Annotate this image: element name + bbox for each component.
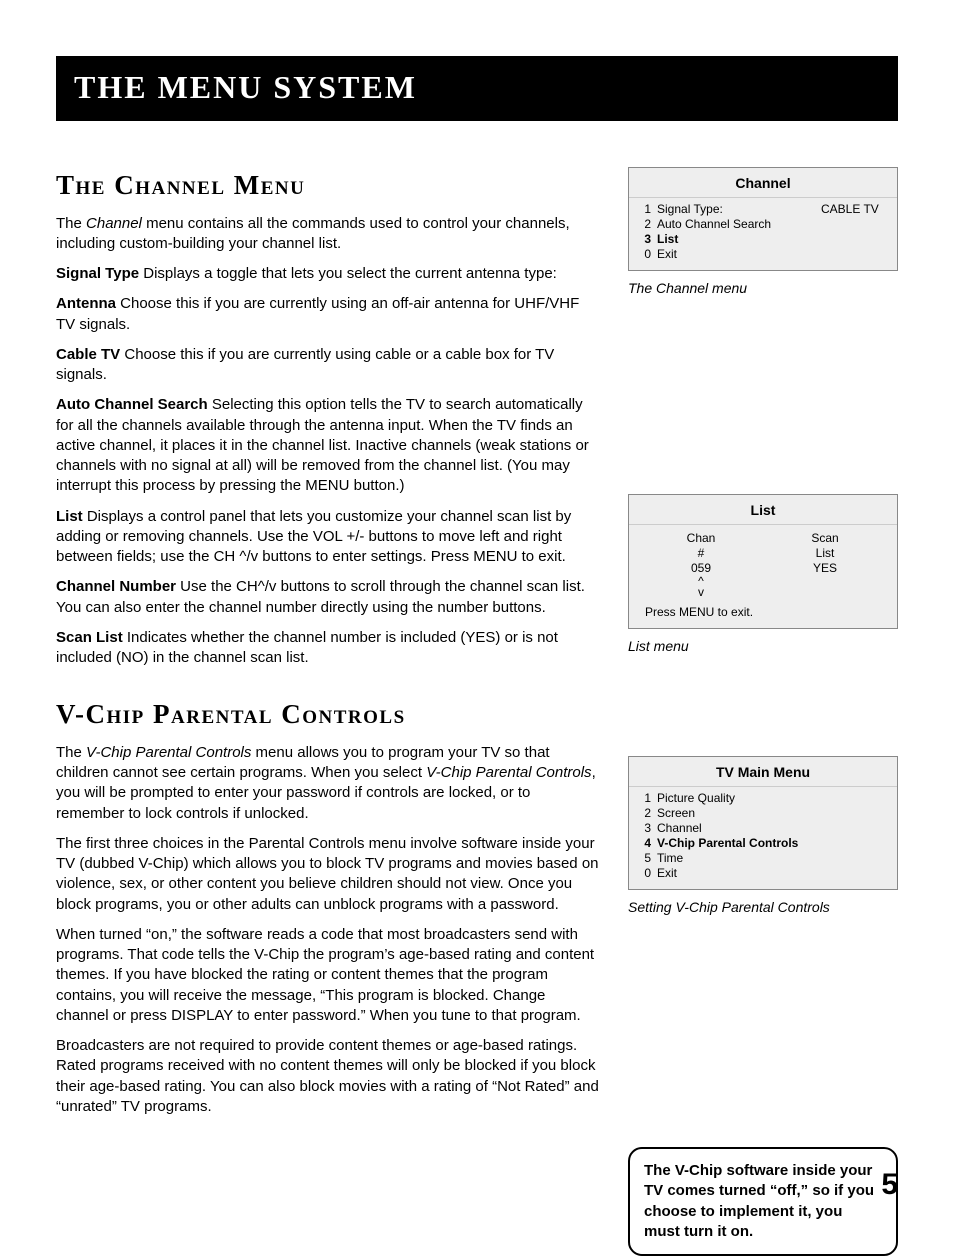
- v: [821, 217, 891, 232]
- l: Picture Quality: [657, 791, 891, 806]
- v: CABLE TV: [821, 202, 891, 217]
- n: 1: [635, 202, 657, 217]
- l: Auto Channel Search: [657, 217, 821, 232]
- osd-caption: List menu: [628, 637, 898, 656]
- section-heading-vchip: V-Chip Parental Controls: [56, 696, 600, 732]
- osd-title: List: [629, 495, 897, 525]
- osd-title: TV Main Menu: [629, 757, 897, 787]
- def-list: List Displays a control panel that lets …: [56, 507, 600, 568]
- osd-row: 1Picture Quality: [635, 791, 891, 806]
- section-heading-channel-menu: The Channel Menu: [56, 167, 600, 203]
- chapter-header: The Menu System: [56, 56, 898, 121]
- osd-row-selected: 4V-Chip Parental Controls: [635, 836, 891, 851]
- t: Indicates whether the channel number is …: [56, 629, 558, 666]
- osd-row: 0Exit: [635, 247, 891, 262]
- vchip-p4: Broadcasters are not required to provide…: [56, 1036, 600, 1117]
- osd-caption: The Channel menu: [628, 279, 898, 298]
- chapter-title: The Menu System: [74, 66, 880, 109]
- t: Chan: [639, 531, 763, 546]
- label: List: [56, 508, 83, 525]
- chevron-down-icon: v: [639, 587, 763, 598]
- sidebar-column: Channel 1Signal Type:CABLE TV 2Auto Chan…: [628, 167, 898, 1256]
- osd-channel-panel: Channel 1Signal Type:CABLE TV 2Auto Chan…: [628, 167, 898, 271]
- def-antenna: Antenna Choose this if you are currently…: [56, 294, 600, 335]
- l: V-Chip Parental Controls: [657, 836, 891, 851]
- page-number: 5: [881, 1165, 898, 1206]
- l: Time: [657, 851, 891, 866]
- t: The: [56, 215, 86, 232]
- osd-row: 0Exit: [635, 866, 891, 881]
- osd-body: 1Picture Quality 2Screen 3Channel 4V-Chi…: [629, 787, 897, 889]
- l: Signal Type:: [657, 202, 821, 217]
- label: Cable TV: [56, 346, 120, 363]
- n: 5: [635, 851, 657, 866]
- t: Channel: [86, 215, 142, 232]
- t: Displays a control panel that lets you c…: [56, 508, 571, 566]
- n: 4: [635, 836, 657, 851]
- n: 1: [635, 791, 657, 806]
- n: 3: [635, 821, 657, 836]
- t: V-Chip Parental Controls: [426, 764, 591, 781]
- t: Displays a toggle that lets you select t…: [139, 265, 557, 282]
- osd-row: 3Channel: [635, 821, 891, 836]
- channel-intro: The Channel menu contains all the comman…: [56, 214, 600, 255]
- l: Exit: [657, 866, 891, 881]
- vchip-p2: The first three choices in the Parental …: [56, 834, 600, 915]
- t: List: [763, 546, 887, 561]
- osd-list-panel: List Chan # 059 ^ v Scan List YES: [628, 494, 898, 629]
- vchip-p1: The V-Chip Parental Controls menu allows…: [56, 743, 600, 824]
- v: [821, 247, 891, 262]
- def-channel-number: Channel Number Use the CH^/v buttons to …: [56, 577, 600, 618]
- t: V-Chip Parental Controls: [86, 744, 251, 761]
- label: Auto Channel Search: [56, 396, 208, 413]
- n: 3: [635, 232, 657, 247]
- n: 0: [635, 866, 657, 881]
- t: #: [639, 546, 763, 561]
- n: 0: [635, 247, 657, 262]
- osd-main-menu-panel: TV Main Menu 1Picture Quality 2Screen 3C…: [628, 756, 898, 890]
- t: Scan: [763, 531, 887, 546]
- l: List: [657, 232, 821, 247]
- t: The: [56, 744, 86, 761]
- info-callout: The V-Chip software inside your TV comes…: [628, 1147, 898, 1256]
- osd-row: 2Auto Channel Search: [635, 217, 891, 232]
- list-col-chan: Chan # 059 ^ v: [639, 531, 763, 598]
- osd-row: 1Signal Type:CABLE TV: [635, 202, 891, 217]
- label: Scan List: [56, 629, 123, 646]
- n: 2: [635, 806, 657, 821]
- osd-row-selected: 3List: [635, 232, 891, 247]
- vchip-p3: When turned “on,” the software reads a c…: [56, 925, 600, 1026]
- t: Choose this if you are currently using a…: [56, 295, 579, 332]
- def-auto-channel-search: Auto Channel Search Selecting this optio…: [56, 395, 600, 496]
- n: 2: [635, 217, 657, 232]
- def-scan-list: Scan List Indicates whether the channel …: [56, 628, 600, 669]
- osd-body: Chan # 059 ^ v Scan List YES Press MENU …: [629, 525, 897, 629]
- body-column: The Channel Menu The Channel menu contai…: [56, 167, 600, 1256]
- label: Antenna: [56, 295, 116, 312]
- t: Choose this if you are currently using c…: [56, 346, 554, 383]
- osd-row: 5Time: [635, 851, 891, 866]
- osd-title: Channel: [629, 168, 897, 198]
- osd-row: 2Screen: [635, 806, 891, 821]
- l: Screen: [657, 806, 891, 821]
- list-col-scan: Scan List YES: [763, 531, 887, 598]
- t: YES: [763, 561, 887, 576]
- osd-body: 1Signal Type:CABLE TV 2Auto Channel Sear…: [629, 198, 897, 270]
- def-signal-type: Signal Type Displays a toggle that lets …: [56, 264, 600, 284]
- osd-caption: Setting V-Chip Parental Controls: [628, 898, 898, 917]
- label: Signal Type: [56, 265, 139, 282]
- v: [821, 232, 891, 247]
- l: Exit: [657, 247, 821, 262]
- osd-footer: Press MENU to exit.: [639, 597, 887, 620]
- label: Channel Number: [56, 578, 176, 595]
- l: Channel: [657, 821, 891, 836]
- def-cable-tv: Cable TV Choose this if you are currentl…: [56, 345, 600, 386]
